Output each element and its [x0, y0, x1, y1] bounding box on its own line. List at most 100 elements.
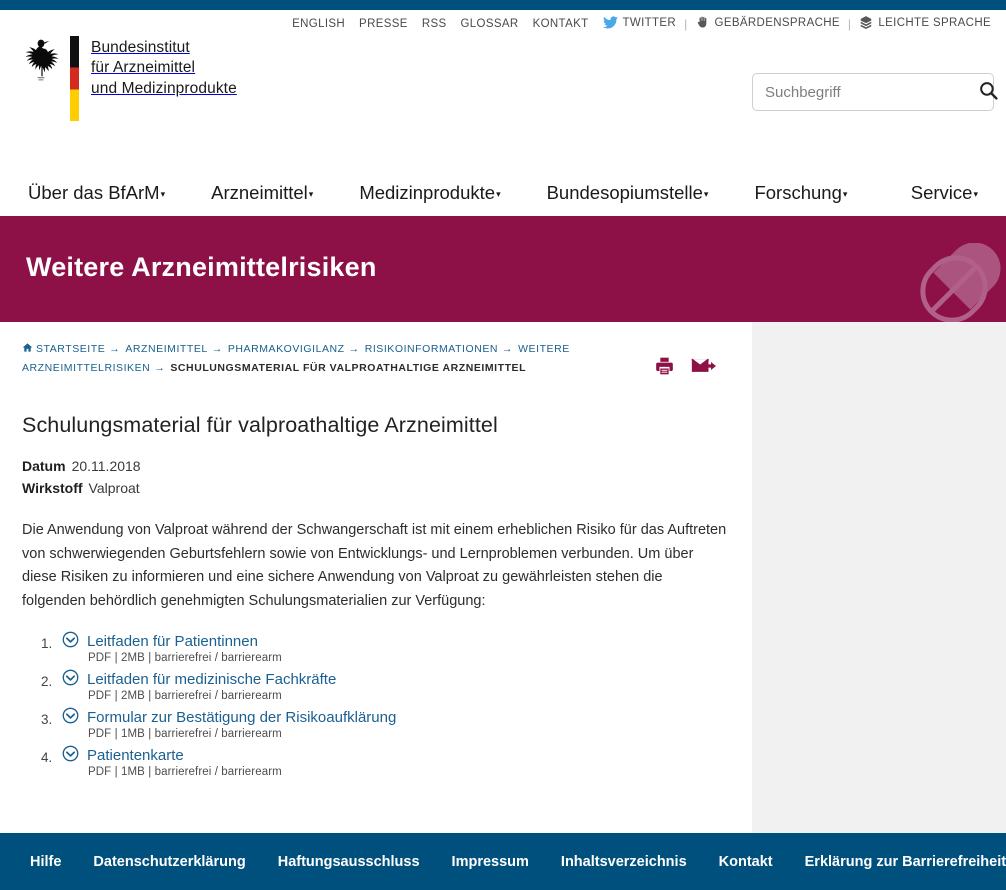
footer-link-kontakt[interactable]: Kontakt: [703, 854, 789, 870]
chevron-down-icon: ▾: [160, 188, 166, 199]
site-footer: Hilfe Datenschutzerklärung Haftungsaussc…: [0, 833, 1006, 890]
breadcrumb-item-pharmakovigilanz[interactable]: PHARMAKOVIGILANZ: [228, 343, 345, 355]
breadcrumb-arrow: →: [348, 343, 360, 355]
metadata-key-wirkstoff: Wirkstoff: [22, 479, 83, 496]
german-flag-bar: [70, 36, 79, 121]
nav-item-forschung[interactable]: Forschung▾: [754, 182, 847, 204]
article-paragraph: Die Anwendung von Valproat während der S…: [22, 522, 727, 609]
breadcrumb-item-startseite[interactable]: STARTSEITE: [36, 343, 105, 355]
meta-link-presse[interactable]: PRESSE: [352, 18, 415, 30]
page-banner: Weitere Arzneimittelrisiken: [0, 216, 1006, 322]
download-meta: PDF | 2MB | barrierefrei / barrierearm: [88, 690, 282, 703]
metadata-row-datum: Datum 20.11.2018: [22, 456, 730, 478]
print-icon: [654, 357, 675, 380]
article-metadata: Datum 20.11.2018 Wirkstoff Valproat: [22, 456, 730, 499]
breadcrumb-arrow: →: [154, 362, 166, 375]
search-button[interactable]: [972, 74, 1005, 110]
meta-link-glossar[interactable]: GLOSSAR: [454, 18, 526, 30]
download-link-leitfaden-fachkraefte[interactable]: Leitfaden für medizinische Fachkräfte: [87, 671, 336, 688]
breadcrumb: STARTSEITE → ARZNEIMITTEL → PHARMAKOVIGILANZ…: [22, 340, 622, 377]
download-row: Leitfaden für medizinische Fachkräfte: [62, 669, 730, 689]
breadcrumb-arrow: →: [211, 343, 223, 355]
download-link-leitfaden-patientinnen[interactable]: Leitfaden für Patientinnen: [87, 633, 258, 650]
nav-item-bundesopiumstelle[interactable]: Bundesopiumstelle▾: [547, 182, 709, 204]
footer-link-erklaerung-barrierefreiheit[interactable]: Erklärung zur Barrierefreiheit: [789, 854, 1006, 870]
breadcrumb-item-arzneimittel[interactable]: ARZNEIMITTEL: [125, 343, 207, 355]
footer-link-datenschutzerklaerung[interactable]: Datenschutzerklärung: [77, 854, 261, 870]
footer-link-impressum[interactable]: Impressum: [436, 854, 545, 870]
breadcrumb-arrow: →: [502, 343, 514, 355]
page-root: ENGLISH PRESSE RSS GLOSSAR KONTAKT TWITT…: [0, 0, 1006, 890]
top-accent-bar: [0, 0, 1006, 10]
nav-item-ueber-das-bfarm[interactable]: Über das BfArM▾: [28, 182, 165, 204]
search-input[interactable]: [753, 83, 972, 101]
article-title: Schulungsmaterial für valproathaltige Ar…: [22, 413, 498, 438]
main-content: STARTSEITE → ARZNEIMITTEL → PHARMAKOVIGILANZ…: [0, 322, 752, 833]
nav-item-arzneimittel[interactable]: Arzneimittel▾: [211, 182, 313, 204]
download-row: Formular zur Bestätigung der Risikoaufkl…: [62, 707, 730, 727]
meta-link-gebaerdensprache-label: GEBÄRDENSPRACHE: [714, 17, 840, 29]
footer-link-inhaltsverzeichnis[interactable]: Inhaltsverzeichnis: [545, 854, 703, 870]
download-link-formular-risikoaufklaerung[interactable]: Formular zur Bestätigung der Risikoaufkl…: [87, 709, 396, 726]
print-button[interactable]: [654, 356, 675, 376]
email-icon: [691, 358, 716, 380]
chevron-down-icon: ▾: [496, 188, 501, 199]
chevron-down-icon: ▾: [308, 188, 314, 199]
nav-item-ueber-das-bfarm-label: Über das BfArM: [28, 181, 160, 203]
download-row: Patientenkarte: [62, 745, 730, 765]
meta-link-gebaerdensprache[interactable]: GEBÄRDENSPRACHE: [689, 15, 847, 32]
site-logo[interactable]: Bundesinstitut für Arzneimittel und Medi…: [20, 36, 237, 121]
meta-navigation: ENGLISH PRESSE RSS GLOSSAR KONTAKT TWITT…: [285, 15, 998, 32]
download-chevron-icon: [62, 745, 79, 765]
download-link-patientenkarte[interactable]: Patientenkarte: [87, 747, 184, 764]
chevron-down-icon: ▾: [842, 188, 848, 199]
sign-language-hand-icon: [696, 15, 710, 32]
download-chevron-icon: [62, 631, 79, 651]
meta-link-kontakt[interactable]: KONTAKT: [526, 18, 596, 30]
download-row: Leitfaden für Patientinnen: [62, 631, 730, 651]
metadata-value-wirkstoff: Valproat: [88, 479, 140, 496]
footer-link-haftungsausschluss[interactable]: Haftungsausschluss: [262, 854, 436, 870]
nav-item-arzneimittel-label: Arzneimittel: [211, 181, 308, 203]
metadata-row-wirkstoff: Wirkstoff Valproat: [22, 478, 730, 500]
bundesadler-icon: [20, 36, 62, 84]
nav-item-medizinprodukte[interactable]: Medizinprodukte▾: [359, 182, 500, 204]
nav-item-service-label: Service: [910, 181, 973, 203]
breadcrumb-area: STARTSEITE → ARZNEIMITTEL → PHARMAKOVIGILANZ…: [22, 340, 730, 377]
list-item: Patientenkarte PDF | 1MB | barrierefrei …: [56, 745, 730, 778]
easy-language-icon: [859, 15, 873, 32]
breadcrumb-arrow: →: [109, 343, 121, 355]
footer-navigation: Hilfe Datenschutzerklärung Haftungsaussc…: [0, 854, 1006, 870]
meta-link-english[interactable]: ENGLISH: [285, 18, 352, 30]
download-list: Leitfaden für Patientinnen PDF | 2MB | b…: [22, 631, 730, 778]
nav-item-forschung-label: Forschung: [754, 181, 842, 203]
nav-item-service[interactable]: Service▾: [911, 182, 978, 204]
download-meta: PDF | 1MB | barrierefrei / barrierearm: [88, 728, 282, 741]
right-sidebar-panel: [752, 322, 1006, 833]
meta-link-twitter-label: TWITTER: [622, 16, 677, 29]
meta-link-twitter[interactable]: TWITTER: [596, 15, 684, 32]
meta-link-rss[interactable]: RSS: [415, 18, 454, 30]
breadcrumb-item-risikoinformationen[interactable]: RISIKOINFORMATIONEN: [365, 343, 498, 355]
page-title: Weitere Arzneimittelrisiken: [26, 252, 377, 282]
email-recommend-button[interactable]: [691, 356, 716, 376]
logo-line-3: und Medizinprodukte: [91, 79, 237, 97]
download-meta: PDF | 2MB | barrierefrei / barrierearm: [88, 652, 282, 665]
nav-item-medizinprodukte-label: Medizinprodukte: [359, 181, 496, 203]
breadcrumb-item-current: SCHULUNGSMATERIAL FÜR VALPROATHALTIGE AR…: [170, 362, 527, 375]
twitter-bird-icon: [602, 15, 618, 32]
meta-link-leichte-sprache[interactable]: LEICHTE SPRACHE: [852, 15, 998, 32]
nav-item-bundesopiumstelle-label: Bundesopiumstelle: [546, 181, 703, 203]
list-item: Leitfaden für Patientinnen PDF | 2MB | b…: [56, 631, 730, 664]
pill-capsule-icon: [904, 242, 1004, 322]
list-item: Formular zur Bestätigung der Risikoaufkl…: [56, 707, 730, 740]
metadata-value-datum: 20.11.2018: [71, 458, 141, 475]
footer-link-hilfe[interactable]: Hilfe: [14, 854, 77, 870]
search-icon: [978, 80, 999, 104]
logo-text: Bundesinstitut für Arzneimittel und Medi…: [91, 36, 237, 99]
search-form: [752, 73, 998, 111]
logo-line-2: für Arzneimittel: [91, 59, 196, 77]
list-item: Leitfaden für medizinische Fachkräfte PD…: [56, 669, 730, 702]
download-meta: PDF | 1MB | barrierefrei / barrierearm: [88, 766, 282, 779]
meta-link-leichte-sprache-label: LEICHTE SPRACHE: [878, 17, 991, 29]
